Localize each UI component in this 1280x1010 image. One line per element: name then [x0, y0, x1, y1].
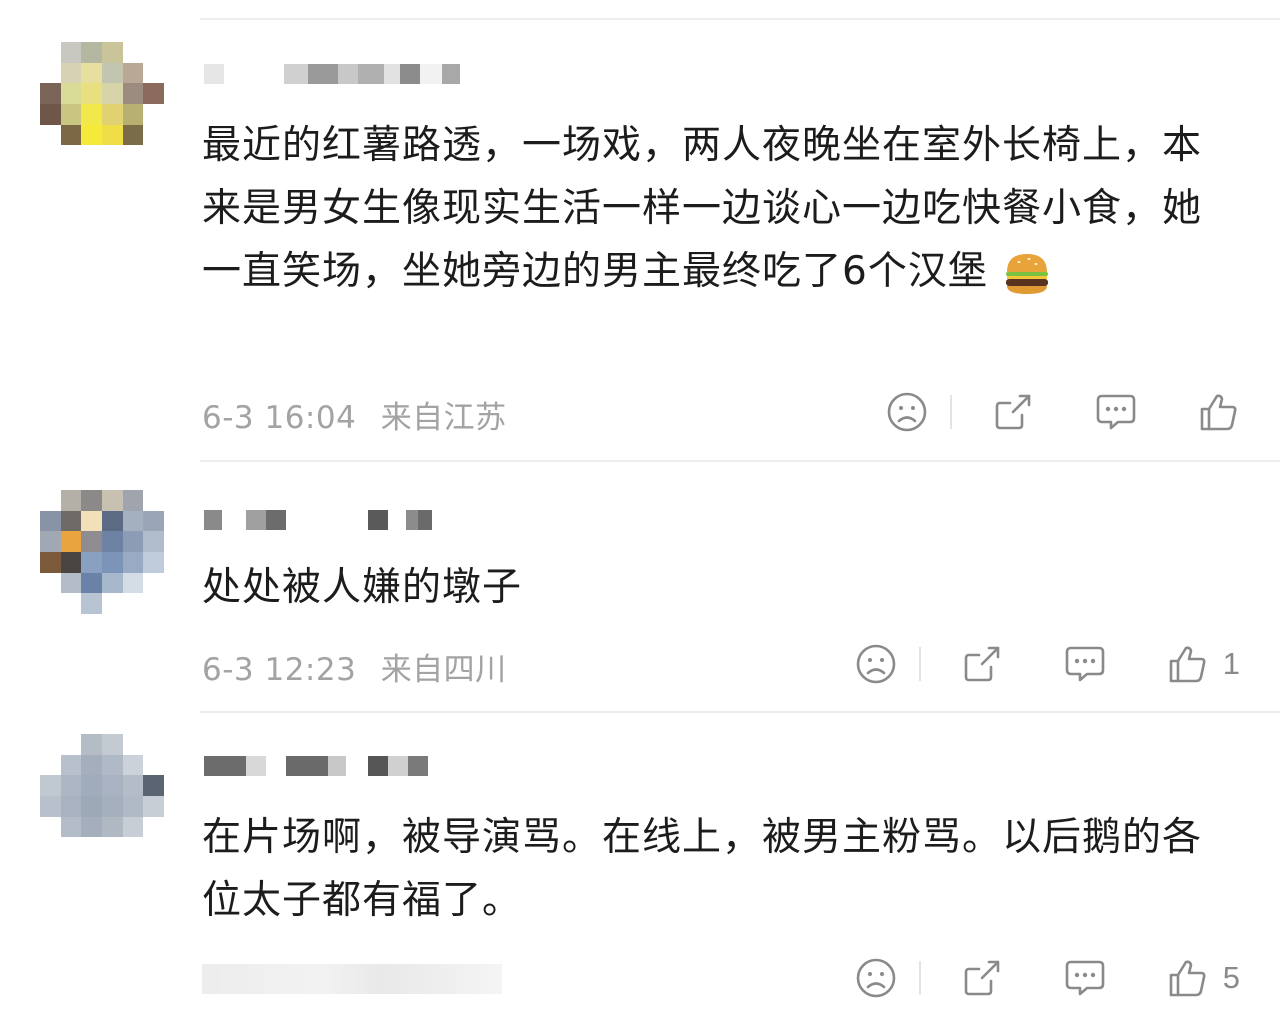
- like-count: 5: [1222, 960, 1240, 995]
- comment-time: 6-3 12:23: [202, 652, 357, 688]
- avatar[interactable]: [40, 490, 164, 614]
- username-redacted[interactable]: [204, 752, 428, 780]
- dislike-button[interactable]: [855, 957, 897, 999]
- like-count: 1: [1222, 646, 1240, 681]
- thumbs-up-icon: [1169, 960, 1206, 997]
- share-icon: [964, 960, 1000, 996]
- share-icon: [964, 646, 1000, 682]
- comment-location: 来自江苏: [380, 400, 507, 436]
- top-separator: [200, 18, 1280, 20]
- avatar[interactable]: [40, 42, 164, 166]
- reply-button[interactable]: [1063, 643, 1107, 685]
- comment-meta-redacted: [202, 964, 502, 994]
- comment-time: 6-3 16:04: [202, 400, 357, 436]
- dislike-button[interactable]: [886, 391, 928, 433]
- comment-separator: [200, 711, 1280, 713]
- avatar[interactable]: [40, 734, 164, 858]
- comment-meta: 6-3 12:23 来自四川: [202, 644, 507, 689]
- thumbs-up-icon: [1169, 646, 1206, 683]
- action-divider: [918, 647, 921, 681]
- action-divider: [950, 395, 952, 429]
- comment-meta: 6-3 16:04 来自江苏: [202, 392, 507, 437]
- comment-text: 处处被人嫌的墩子: [202, 565, 523, 610]
- like-button[interactable]: [1198, 391, 1240, 433]
- action-divider: [918, 961, 921, 995]
- sad-face-icon: [887, 392, 927, 432]
- comment-icon: [1065, 646, 1105, 682]
- hamburger-icon: [1001, 248, 1053, 300]
- sad-face-icon: [856, 644, 896, 684]
- reply-button[interactable]: [1063, 957, 1107, 999]
- comment-icon: [1065, 960, 1105, 996]
- reply-button[interactable]: [1094, 391, 1138, 433]
- comment-actions: [886, 390, 1240, 434]
- comment-location: 来自四川: [380, 652, 507, 688]
- comment-text: 最近的红薯路透，一场戏，两人夜晚坐在室外长椅上，本来是男女生像现实生活一样一边谈…: [202, 114, 1232, 303]
- username-redacted[interactable]: [204, 506, 432, 534]
- comment-actions: 5: [855, 956, 1240, 1000]
- like-button[interactable]: 1: [1167, 643, 1240, 685]
- share-button[interactable]: [992, 391, 1034, 433]
- comment-actions: 1: [855, 642, 1240, 686]
- dislike-button[interactable]: [855, 643, 897, 685]
- share-icon: [995, 394, 1031, 430]
- like-button[interactable]: 5: [1167, 957, 1240, 999]
- share-button[interactable]: [961, 643, 1003, 685]
- comment-icon: [1096, 394, 1136, 430]
- sad-face-icon: [856, 958, 896, 998]
- comment-separator: [200, 460, 1280, 462]
- thumbs-up-icon: [1200, 394, 1237, 431]
- comment-text: 在片场啊，被导演骂。在线上，被男主粉骂。以后鹅的各位太子都有福了。: [202, 815, 1203, 923]
- username-redacted[interactable]: [204, 60, 460, 88]
- share-button[interactable]: [961, 957, 1003, 999]
